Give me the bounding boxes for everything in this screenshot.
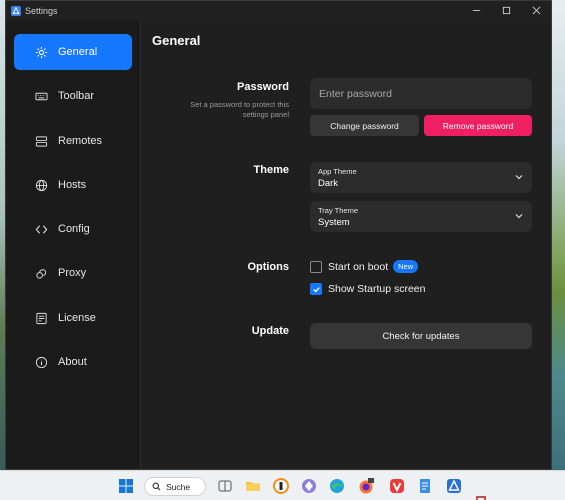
sidebar-item-label: Proxy bbox=[58, 267, 87, 279]
show-startup-option[interactable]: Show Startup screen bbox=[310, 283, 425, 295]
app-icon-partial[interactable] bbox=[474, 491, 488, 500]
sidebar: General Toolbar Remotes Hosts Config Pro… bbox=[6, 20, 141, 469]
theme-section-label: Theme bbox=[253, 164, 289, 176]
desktop-wallpaper-right bbox=[552, 0, 565, 470]
checkmark-icon bbox=[312, 286, 320, 292]
sidebar-item-label: License bbox=[58, 312, 96, 324]
maximize-button[interactable] bbox=[491, 1, 521, 20]
file-explorer-icon[interactable] bbox=[244, 477, 262, 495]
taskbar-search[interactable]: Suche bbox=[144, 477, 206, 496]
gear-icon bbox=[34, 45, 48, 59]
start-on-boot-option[interactable]: Start on boot New bbox=[310, 260, 419, 273]
window-title: Settings bbox=[25, 5, 58, 16]
widgets-icon[interactable] bbox=[216, 477, 234, 495]
keyboard-icon bbox=[34, 89, 48, 103]
update-section-label: Update bbox=[251, 325, 289, 337]
vivaldi-icon[interactable] bbox=[388, 477, 406, 495]
sidebar-item-label: Hosts bbox=[58, 179, 87, 191]
proxy-icon bbox=[34, 266, 48, 280]
edge-icon[interactable] bbox=[328, 477, 346, 495]
close-button[interactable] bbox=[521, 1, 551, 20]
chevron-down-icon bbox=[515, 214, 523, 219]
chevron-down-icon bbox=[515, 175, 523, 180]
server-icon bbox=[34, 134, 48, 148]
sidebar-item-general[interactable]: General bbox=[14, 34, 132, 70]
tray-theme-select[interactable]: Tray Theme System bbox=[310, 201, 532, 232]
password-description: Set a password to protect this settings … bbox=[190, 100, 289, 119]
password-section-label: Password bbox=[237, 81, 289, 93]
app-icon-purple[interactable] bbox=[300, 477, 318, 495]
sidebar-item-hosts[interactable]: Hosts bbox=[14, 167, 132, 203]
sidebar-item-label: Config bbox=[58, 223, 90, 235]
sidebar-item-about[interactable]: About bbox=[14, 344, 132, 380]
start-on-boot-label: Start on boot bbox=[328, 260, 389, 273]
show-startup-label: Show Startup screen bbox=[328, 283, 426, 295]
check-for-updates-button[interactable]: Check for updates bbox=[310, 323, 532, 349]
sidebar-item-label: General bbox=[58, 46, 98, 58]
app-icon-orange[interactable] bbox=[272, 477, 290, 495]
options-section-label: Options bbox=[247, 261, 289, 273]
close-icon bbox=[532, 6, 540, 15]
notepad-icon[interactable] bbox=[416, 477, 434, 495]
maximize-icon bbox=[502, 6, 510, 15]
search-label: Suche bbox=[166, 481, 191, 492]
change-password-button[interactable]: Change password bbox=[310, 115, 419, 136]
minimize-icon bbox=[472, 10, 480, 11]
sidebar-item-proxy[interactable]: Proxy bbox=[14, 255, 132, 291]
sidebar-item-toolbar[interactable]: Toolbar bbox=[14, 78, 132, 114]
firefox-icon[interactable] bbox=[357, 477, 375, 495]
sidebar-item-config[interactable]: Config bbox=[14, 211, 132, 247]
show-startup-checkbox[interactable] bbox=[310, 283, 322, 295]
settings-window: Settings General Toolbar Remotes Hosts C… bbox=[5, 0, 552, 470]
sidebar-item-license[interactable]: License bbox=[14, 300, 132, 336]
app-logo-icon bbox=[11, 5, 21, 16]
page-title: General bbox=[152, 33, 201, 48]
start-on-boot-checkbox[interactable] bbox=[310, 260, 322, 273]
app-theme-select[interactable]: App Theme Dark bbox=[310, 162, 532, 193]
globe-icon bbox=[34, 178, 48, 192]
windows-icon bbox=[119, 479, 133, 493]
sidebar-item-label: About bbox=[58, 356, 87, 368]
search-icon bbox=[152, 482, 161, 491]
password-input[interactable]: Enter password bbox=[310, 78, 532, 109]
tray-theme-value: System bbox=[318, 217, 350, 228]
app-theme-label: App Theme bbox=[318, 167, 357, 176]
app-theme-value: Dark bbox=[318, 178, 339, 189]
start-button[interactable] bbox=[117, 477, 135, 495]
sidebar-item-label: Toolbar bbox=[58, 90, 95, 102]
sidebar-item-remotes[interactable]: Remotes bbox=[14, 123, 132, 159]
minimize-button[interactable] bbox=[461, 1, 491, 20]
license-icon bbox=[34, 311, 48, 325]
remove-password-button[interactable]: Remove password bbox=[424, 115, 532, 136]
title-bar[interactable]: Settings bbox=[6, 1, 551, 20]
password-placeholder: Enter password bbox=[319, 87, 392, 100]
sidebar-item-label: Remotes bbox=[58, 135, 103, 147]
settings-content: General Password Set a password to prote… bbox=[142, 20, 551, 469]
settings-app-taskbar-icon[interactable] bbox=[445, 477, 463, 495]
new-badge: New bbox=[393, 260, 419, 273]
info-icon bbox=[34, 355, 48, 369]
tray-theme-label: Tray Theme bbox=[318, 206, 359, 215]
code-icon bbox=[34, 222, 48, 236]
taskbar: Suche bbox=[0, 470, 565, 500]
